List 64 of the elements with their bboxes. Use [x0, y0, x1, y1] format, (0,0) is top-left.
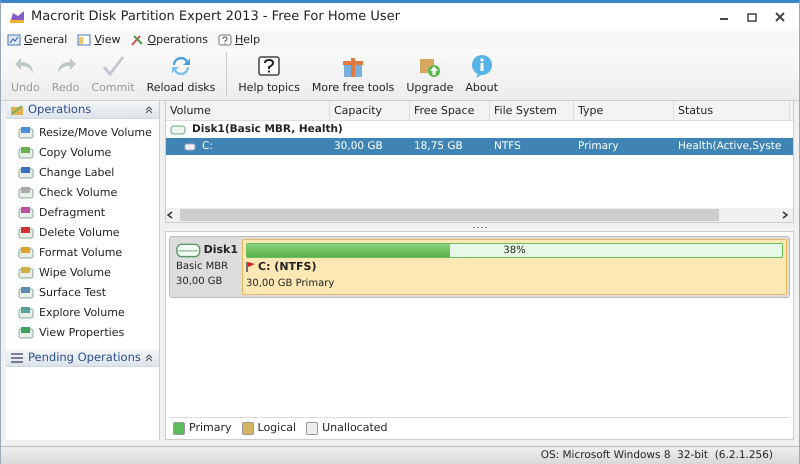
disk-label: Disk1(Basic MBR, Health): [166, 122, 347, 138]
disk-type: Basic MBR: [176, 260, 230, 274]
toolbar-button[interactable]: More free tools: [308, 54, 398, 96]
disk-panel[interactable]: Disk1 Basic MBR 30,00 GB 38% C: (NTFS) 30,00 GB Primary: [169, 236, 790, 298]
collapse-icon: [145, 106, 153, 114]
toolbar-button[interactable]: Reload disks: [142, 54, 220, 96]
operation-item[interactable]: Format Volume: [18, 243, 159, 263]
chevron-right-icon: [781, 211, 789, 219]
table-cell-text: NTFS: [493, 138, 522, 154]
legend-label: Primary: [189, 420, 232, 436]
partition-block[interactable]: 38% C: (NTFS) 30,00 GB Primary: [242, 239, 787, 295]
operation-item[interactable]: Resize/Move Volume: [18, 123, 159, 143]
flag-icon: [246, 261, 256, 272]
toolbar-button[interactable]: Upgrade: [402, 54, 458, 96]
operation-item[interactable]: Wipe Volume: [18, 263, 159, 283]
info-icon: [470, 54, 494, 78]
column-header[interactable]: Status: [674, 101, 790, 120]
menu-item[interactable]: Operations: [130, 32, 208, 48]
window-title: Macrorit Disk Partition Expert 2013 - Free For Home User: [31, 8, 400, 26]
partition-detail: 30,00 GB Primary: [246, 277, 336, 291]
chart-icon: [7, 33, 21, 47]
table-cell-text: 30,00 GB: [333, 138, 384, 154]
column-header[interactable]: Capacity: [330, 101, 410, 120]
column-header[interactable]: Volume: [166, 101, 330, 120]
operation-item[interactable]: Copy Volume: [18, 143, 159, 163]
menu-item[interactable]: View: [77, 32, 120, 48]
operation-item[interactable]: Check Volume: [18, 183, 159, 203]
list-icon: [10, 352, 24, 364]
operation-item[interactable]: Defragment: [18, 203, 159, 223]
menu-item[interactable]: General: [7, 32, 68, 48]
partition-label: C: (NTFS): [258, 258, 317, 274]
collapse-icon: [145, 354, 153, 362]
table-row[interactable]: C: 30,00 GB 18,75 GB NTFS Primary Health(Active,Syste: [166, 138, 793, 155]
column-header[interactable]: File System: [490, 101, 574, 120]
operation-item[interactable]: Delete Volume: [18, 223, 159, 243]
legend-label: Unallocated: [322, 420, 388, 436]
table-cell-text: 18,75 GB: [413, 138, 464, 154]
column-header[interactable]: Free Space: [410, 101, 490, 120]
table-cell: C:: [166, 138, 330, 154]
operation-item[interactable]: Change Label: [18, 163, 159, 183]
table-row[interactable]: Disk1(Basic MBR, Health): [166, 121, 793, 138]
table-cell-text: Primary: [577, 138, 620, 154]
operation-item[interactable]: Surface Test: [18, 283, 159, 303]
table-cell-text: Health(Active,Syste: [677, 138, 782, 154]
usage-reading: 38%: [502, 244, 527, 258]
restore-icon: [747, 12, 757, 22]
legend-label: Logical: [258, 420, 296, 436]
operation-item[interactable]: View Properties: [18, 323, 159, 343]
section-header[interactable]: Operations: [6, 101, 159, 119]
app-icon: [9, 10, 25, 24]
column-header[interactable]: Type: [574, 101, 674, 120]
status-text: OS: Microsoft Windows 8 32-bit (6.2.1.256): [540, 448, 773, 463]
scrollbar[interactable]: [166, 208, 793, 222]
toolbar-button[interactable]: About: [461, 54, 502, 96]
disk-name: Disk1: [204, 242, 238, 258]
close-icon: [775, 12, 785, 22]
section-header[interactable]: Pending Operations: [6, 349, 159, 367]
operation-item[interactable]: Explore Volume: [18, 303, 159, 323]
help-icon: [257, 54, 282, 78]
chevron-left-icon: [166, 211, 174, 219]
toolbar-button[interactable]: Help topics: [234, 54, 304, 96]
disk-size: 30,00 GB: [176, 274, 224, 288]
checkmark-icon: [101, 54, 125, 78]
menu-item[interactable]: Help: [218, 32, 260, 48]
